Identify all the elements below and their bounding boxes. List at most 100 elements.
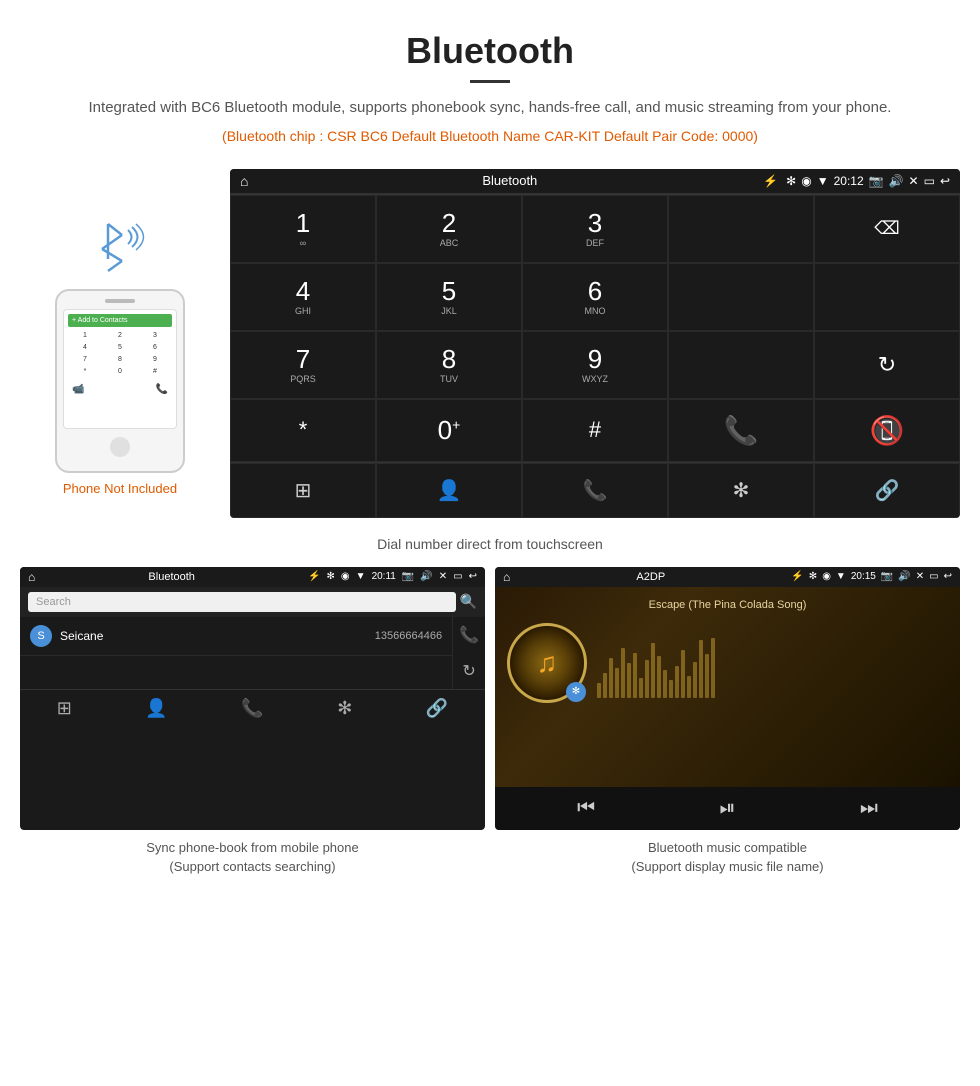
music-cam: 📷 <box>881 571 893 582</box>
pb-usb-icon: ⚡ <box>308 571 320 582</box>
contact-number: 13566664466 <box>375 630 442 642</box>
close-icon[interactable]: ✕ <box>909 174 919 188</box>
phone-key: 9 <box>138 354 172 365</box>
key-6[interactable]: 6 MNO <box>522 263 668 331</box>
key-refresh[interactable]: ↻ <box>814 331 960 399</box>
music-caption: Bluetooth music compatible(Support displ… <box>495 838 960 877</box>
music-wifi-icon: ▼ <box>836 571 846 582</box>
pb-win[interactable]: ▭ <box>453 571 462 582</box>
home-icon[interactable]: ⌂ <box>240 173 248 189</box>
car-screen-section: ⌂ Bluetooth ⚡ ✻ ◉ ▼ 20:12 📷 🔊 ✕ ▭ ↩ <box>230 169 960 518</box>
bottom-screenshots: ⌂ Bluetooth ⚡ ✻ ◉ ▼ 20:11 📷 🔊 ✕ ▭ ↩ Sear… <box>0 552 980 892</box>
music-vol: 🔊 <box>898 571 910 582</box>
pb-refresh-action[interactable]: ↻ <box>462 661 475 681</box>
music-loc-icon: ◉ <box>822 571 831 582</box>
volume-icon[interactable]: 🔊 <box>889 174 904 188</box>
phone-key: * <box>68 366 102 377</box>
music-home-icon[interactable]: ⌂ <box>503 570 510 584</box>
key-alpha-6: MNO <box>585 306 606 316</box>
phone-home-button <box>110 437 130 457</box>
phone-not-included-label: Phone Not Included <box>63 481 177 496</box>
empty-cell-2 <box>668 263 814 331</box>
pb-back[interactable]: ↩ <box>469 571 477 582</box>
music-time: 20:15 <box>851 571 876 582</box>
key-alpha-7: PQRS <box>290 374 316 384</box>
key-7[interactable]: 7 PQRS <box>230 331 376 399</box>
pb-loc-icon: ◉ <box>341 571 350 582</box>
pb-contacts-icon[interactable]: 👤 <box>145 698 167 719</box>
music-close[interactable]: ✕ <box>916 571 924 582</box>
key-1[interactable]: 1 ∞ <box>230 195 376 263</box>
pb-link-icon[interactable]: 🔗 <box>426 698 448 719</box>
pb-time: 20:11 <box>372 571 396 582</box>
pb-grid-icon[interactable]: ⊞ <box>57 698 72 719</box>
phone-illustration: + Add to Contacts 1 2 3 4 5 6 7 8 9 * 0 … <box>55 289 185 473</box>
key-4[interactable]: 4 GHI <box>230 263 376 331</box>
status-bar: ⌂ Bluetooth ⚡ ✻ ◉ ▼ 20:12 📷 🔊 ✕ ▭ ↩ <box>230 169 960 194</box>
pb-vol: 🔊 <box>420 571 432 582</box>
pb-bottom-bar: ⊞ 👤 📞 ✻ 🔗 <box>20 689 485 727</box>
key-backspace[interactable]: ⌫ <box>814 195 960 263</box>
end-call-icon: 📵 <box>870 414 905 447</box>
key-star[interactable]: * <box>230 399 376 462</box>
bt-signal-icon <box>80 209 160 279</box>
phone-key: 3 <box>138 330 172 341</box>
key-8[interactable]: 8 TUV <box>376 331 522 399</box>
key-num-2: 2 <box>442 210 456 236</box>
pb-screen-title: Bluetooth <box>41 571 302 583</box>
pb-cam: 📷 <box>402 571 414 582</box>
phonebook-screenshot: ⌂ Bluetooth ⚡ ✻ ◉ ▼ 20:11 📷 🔊 ✕ ▭ ↩ Sear… <box>20 567 485 877</box>
pb-search-row: Search 🔍 <box>20 587 485 617</box>
key-5[interactable]: 5 JKL <box>376 263 522 331</box>
specs-text: (Bluetooth chip : CSR BC6 Default Blueto… <box>80 128 900 144</box>
music-win[interactable]: ▭ <box>929 571 938 582</box>
pb-contact-row[interactable]: S Seicane 13566664466 <box>20 617 452 656</box>
key-alpha-2: ABC <box>440 238 459 248</box>
pb-search-icon[interactable]: 🔍 <box>460 593 477 610</box>
pb-call-action[interactable]: 📞 <box>459 625 479 645</box>
key-9[interactable]: 9 WXYZ <box>522 331 668 399</box>
refresh-icon: ↻ <box>878 352 896 378</box>
phonebook-caption-text: Sync phone-book from mobile phone(Suppor… <box>146 840 358 875</box>
main-caption: Dial number direct from touchscreen <box>0 536 980 552</box>
phonebook-caption: Sync phone-book from mobile phone(Suppor… <box>20 838 485 877</box>
window-icon[interactable]: ▭ <box>924 174 935 188</box>
bt-badge-icon: ✻ <box>566 682 586 702</box>
music-back[interactable]: ↩ <box>944 571 952 582</box>
pb-search-box[interactable]: Search <box>28 592 456 612</box>
pb-phone-icon[interactable]: 📞 <box>241 698 263 719</box>
key-num-3: 3 <box>588 210 602 236</box>
contacts-icon-btn[interactable]: 👤 <box>376 463 522 518</box>
pb-home-icon[interactable]: ⌂ <box>28 570 35 584</box>
key-num-8: 8 <box>442 346 456 372</box>
grid-icon-btn[interactable]: ⊞ <box>230 463 376 518</box>
pb-wifi-icon: ▼ <box>356 571 366 582</box>
key-num-1: 1 <box>296 210 310 236</box>
phone-key: 6 <box>138 342 172 353</box>
key-alpha-4: GHI <box>295 306 311 316</box>
empty-cell-1 <box>668 195 814 263</box>
pb-search-placeholder: Search <box>36 596 71 608</box>
link-icon-btn[interactable]: 🔗 <box>814 463 960 518</box>
bluetooth-menu-btn[interactable]: ✻ <box>668 463 814 518</box>
key-2[interactable]: 2 ABC <box>376 195 522 263</box>
phone-icon-btn[interactable]: 📞 <box>522 463 668 518</box>
music-status-bar: ⌂ A2DP ⚡ ✻ ◉ ▼ 20:15 📷 🔊 ✕ ▭ ↩ <box>495 567 960 587</box>
next-track-btn[interactable]: ⏭ <box>860 797 878 820</box>
pb-close[interactable]: ✕ <box>439 571 447 582</box>
key-3[interactable]: 3 DEF <box>522 195 668 263</box>
header-divider <box>470 80 510 83</box>
phone-key: 1 <box>68 330 102 341</box>
play-pause-btn[interactable]: ⏯ <box>719 797 735 820</box>
phone-section: + Add to Contacts 1 2 3 4 5 6 7 8 9 * 0 … <box>20 169 220 496</box>
camera-icon[interactable]: 📷 <box>869 174 884 188</box>
key-hash[interactable]: # <box>522 399 668 462</box>
key-call-green[interactable]: 📞 <box>668 399 814 462</box>
back-icon[interactable]: ↩ <box>940 174 950 188</box>
prev-track-btn[interactable]: ⏮ <box>577 797 595 820</box>
key-num-7: 7 <box>296 346 310 372</box>
key-call-red[interactable]: 📵 <box>814 399 960 462</box>
pb-bluetooth-icon[interactable]: ✻ <box>337 698 352 719</box>
phone-key: 8 <box>103 354 137 365</box>
key-0[interactable]: 0+ <box>376 399 522 462</box>
